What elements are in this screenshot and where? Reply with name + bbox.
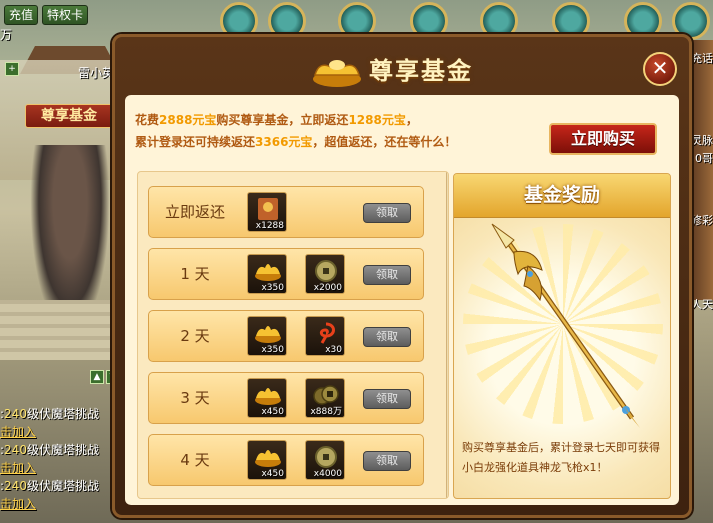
right-sidebar — [691, 40, 713, 300]
claim-button[interactable]: 领取 — [363, 389, 411, 409]
item-quantity: x4000 — [313, 469, 342, 479]
list-item: 立即返还 x1288 领取 — [148, 186, 424, 238]
list-item: 2 天 x350 x30 领取 — [148, 310, 424, 362]
item-quantity: x450 — [261, 407, 284, 417]
fund-reward-panel: 基金奖励 购买尊享基金后，累计登录七天即可获得小白龙强化道具神龙飞枪x1！ — [453, 173, 671, 499]
list-item: 1 天 x350 x2000 领取 — [148, 248, 424, 300]
privilege-card-button[interactable]: 特权卡 — [42, 5, 89, 25]
row-label: 2 天 — [180, 327, 210, 345]
claim-button[interactable]: 领取 — [363, 327, 411, 347]
reward-title: 基金奖励 — [454, 174, 670, 218]
right-label[interactable]: 修彩 — [691, 212, 713, 228]
gold-ingot-icon[interactable]: x450 — [247, 440, 287, 480]
item-quantity: x350 — [261, 283, 284, 293]
expand-plus-button[interactable]: + — [5, 62, 19, 76]
chat-scroll-up-button[interactable]: ▲ — [90, 370, 104, 384]
chat-line: :240级伏魔塔挑战 — [0, 407, 99, 421]
dialog-header: 尊享基金 — [311, 47, 511, 91]
fund-tab[interactable]: 尊享基金 — [25, 104, 113, 128]
close-button[interactable]: ✕ — [643, 52, 677, 86]
row-label: 4 天 — [180, 451, 210, 469]
fund-dialog: 尊享基金 ✕ 花费2888元宝购买尊享基金，立即返还1288元宝， 累计登录还可… — [112, 34, 692, 518]
stone-stairs — [0, 300, 120, 360]
buy-now-button[interactable]: 立即购买 — [549, 123, 657, 155]
row-label: 3 天 — [180, 389, 210, 407]
item-quantity: x888万 — [310, 407, 342, 417]
promo-text: 花费2888元宝购买尊享基金，立即返还1288元宝， 累计登录还可持续返还336… — [135, 109, 456, 153]
top-hud: 充值 特权卡 — [0, 0, 713, 40]
right-label[interactable]: 0哥 — [695, 150, 713, 166]
dialog-title: 尊享基金 — [369, 57, 473, 85]
claim-button[interactable]: 领取 — [363, 265, 411, 285]
reward-list: 立即返还 x1288 领取 1 天 x350 x2000 领取 2 天 x350… — [137, 171, 449, 499]
item-quantity: x350 — [261, 345, 284, 355]
item-quantity: x1288 — [255, 221, 284, 231]
row-label: 立即返还 — [164, 203, 225, 221]
claim-button[interactable]: 领取 — [363, 203, 411, 223]
item-quantity: x2000 — [313, 283, 342, 293]
list-item: 4 天 x450 x4000 领取 — [148, 434, 424, 486]
right-label[interactable]: 灵脉 — [691, 132, 713, 148]
list-item: 3 天 x450 x888万 领取 — [148, 372, 424, 424]
copper-coin-icon[interactable]: x888万 — [305, 378, 345, 418]
claim-button[interactable]: 领取 — [363, 451, 411, 471]
player-name: 雷小英 — [78, 66, 115, 80]
right-label[interactable]: 充话 — [691, 50, 713, 66]
spirit-card-icon[interactable]: x1288 — [247, 192, 287, 232]
recharge-button[interactable]: 充值 — [4, 5, 39, 25]
gold-ingot-icon[interactable]: x350 — [247, 316, 287, 356]
chat-join-link[interactable]: 击加入 — [0, 495, 36, 512]
chat-line: :240级伏魔塔挑战 — [0, 479, 99, 493]
promo-line-1: 花费2888元宝购买尊享基金，立即返还1288元宝， — [135, 113, 418, 127]
row-label: 1 天 — [180, 265, 210, 283]
reward-description: 购买尊享基金后，累计登录七天即可获得小白龙强化道具神龙飞枪x1！ — [462, 441, 660, 474]
chat-line: :240级伏魔塔挑战 — [0, 443, 99, 457]
chat-join-link[interactable]: 击加入 — [0, 423, 36, 440]
item-quantity: x30 — [325, 345, 342, 355]
list-scrollbar[interactable]: ▲ ▼ — [446, 172, 448, 498]
promo-line-2: 累计登录还可持续返还3366元宝，超值返还，还在等什么！ — [135, 135, 457, 149]
dragon-spear-icon — [491, 223, 640, 428]
resource-fragment: 万 — [0, 28, 13, 42]
red-swirl-icon[interactable]: x30 — [305, 316, 345, 356]
item-quantity: x450 — [261, 469, 284, 479]
coin-icon[interactable]: x2000 — [305, 254, 345, 294]
gold-ingot-icon — [313, 60, 361, 87]
gold-ingot-icon[interactable]: x350 — [247, 254, 287, 294]
gold-ingot-icon[interactable]: x450 — [247, 378, 287, 418]
coin-icon[interactable]: x4000 — [305, 440, 345, 480]
chat-join-link[interactable]: 击加入 — [0, 459, 36, 476]
